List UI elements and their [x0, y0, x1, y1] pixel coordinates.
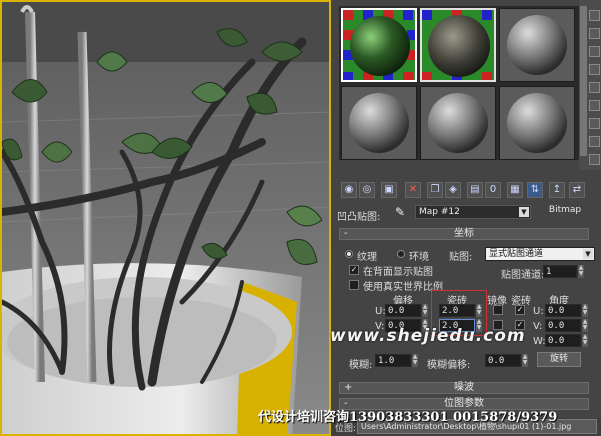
side-toolbar — [579, 0, 601, 170]
gray-sphere — [507, 15, 567, 75]
assign-icon[interactable]: ▣ — [381, 182, 397, 198]
w-angle-spinner[interactable]: ▲ ▼ — [581, 334, 588, 347]
rollout-noise[interactable]: + 噪波 — [339, 382, 589, 394]
copy-icon[interactable]: ❐ — [427, 182, 443, 198]
map-name-value: Map #12 — [419, 207, 460, 217]
rollout-coordinates-title: 坐标 — [454, 228, 474, 239]
sample-slot-1[interactable] — [341, 8, 417, 82]
w-angle-input[interactable]: 0.0 — [545, 334, 581, 347]
u-mirror-checkbox[interactable] — [493, 305, 503, 315]
u-offset-input[interactable]: 0.0 — [385, 304, 421, 317]
gray-sphere — [507, 93, 567, 153]
put-to-library-icon[interactable]: ▤ — [467, 182, 483, 198]
slot-scrollbar[interactable] — [580, 6, 587, 156]
blur-label: 模糊: — [349, 360, 373, 371]
sample-slot-3[interactable] — [499, 8, 575, 82]
blur-spinner[interactable]: ▲ ▼ — [411, 354, 418, 367]
sample-slot-2[interactable] — [420, 8, 496, 82]
u-angle-label: U: — [533, 306, 544, 317]
u-tiling-spinner[interactable]: ▲ ▼ — [475, 304, 482, 317]
unique-icon[interactable]: ◈ — [445, 182, 461, 198]
v-angle-label: V: — [533, 321, 543, 332]
mapping-label: 贴图: — [449, 252, 473, 263]
backlight-icon[interactable] — [589, 28, 600, 39]
options-icon[interactable] — [589, 118, 600, 129]
background-icon[interactable] — [589, 46, 600, 57]
u-tiling-input[interactable]: 2.0 — [439, 304, 475, 317]
u-angle-input[interactable]: 0.0 — [545, 304, 581, 317]
v-angle-spinner[interactable]: ▲ ▼ — [581, 319, 588, 332]
map-name-field[interactable]: Map #12 ▼ — [415, 205, 531, 219]
video-check-icon[interactable] — [589, 82, 600, 93]
ad-overlay-text: 代设计培训咨询13903833301 0015878/9379 — [258, 410, 558, 425]
viewport-render — [2, 2, 329, 434]
blur-offset-label: 模糊偏移: — [427, 360, 471, 371]
site-watermark: www.shejiedu.com — [330, 326, 526, 346]
u-angle-spinner[interactable]: ▲ ▼ — [581, 304, 588, 317]
material-navigator-icon[interactable] — [589, 154, 600, 165]
w-angle-label: W: — [533, 336, 546, 347]
rollout-noise-title: 噪波 — [454, 382, 474, 393]
sample-slot-4[interactable] — [341, 86, 417, 160]
eyedropper-icon[interactable]: ✎ — [395, 205, 405, 219]
get-material-icon[interactable]: ◉ — [341, 182, 357, 198]
show-end-result-icon[interactable]: ⇅ — [527, 182, 543, 198]
preview-icon[interactable] — [589, 100, 600, 111]
chevron-down-icon: ▼ — [583, 249, 593, 259]
rotate-button[interactable]: 旋转 — [537, 352, 581, 367]
show-on-back-checkbox[interactable]: ✓ — [349, 265, 359, 275]
mapping-select-value: 显式贴图通道 — [489, 249, 544, 259]
sample-slot-6[interactable] — [499, 86, 575, 160]
checker-sphere — [343, 10, 415, 80]
map-channel-label: 贴图通道: — [501, 270, 545, 281]
chevron-down-icon: ▼ — [519, 207, 529, 217]
reset-icon[interactable]: ✕ — [405, 182, 421, 198]
blur-offset-spinner[interactable]: ▲ ▼ — [521, 354, 528, 367]
material-editor-panel: ◉ ◎ ▣ ✕ ❐ ◈ ▤ 0 ▦ ⇅ ↥ ⇄ 凹凸贴图: ✎ Map #12 … — [331, 0, 601, 436]
material-id-icon[interactable]: 0 — [485, 182, 501, 198]
u-tile-checkbox[interactable]: ✓ — [515, 305, 525, 315]
show-on-back-label: 在背面显示贴图 — [363, 267, 433, 278]
go-parent-icon[interactable]: ↥ — [549, 182, 565, 198]
sample-slot-5[interactable] — [420, 86, 496, 160]
texture-radio[interactable] — [345, 250, 353, 258]
map-slot-label: 凹凸贴图: — [337, 212, 381, 223]
mapping-select[interactable]: 显式贴图通道 ▼ — [485, 247, 595, 261]
select-by-material-icon[interactable] — [589, 136, 600, 147]
environment-radio-label: 环境 — [409, 252, 429, 263]
rollout-coordinates[interactable]: - 坐标 — [339, 228, 589, 240]
sample-slots — [339, 6, 579, 160]
map-type-button[interactable]: Bitmap — [539, 204, 591, 219]
bark-sphere — [422, 10, 494, 80]
u-offset-spinner[interactable]: ▲ ▼ — [421, 304, 428, 317]
map-channel-input[interactable]: 1 — [543, 265, 577, 278]
map-channel-spinner[interactable]: ▲ ▼ — [577, 265, 584, 278]
environment-radio[interactable] — [397, 250, 405, 258]
go-sibling-icon[interactable]: ⇄ — [569, 182, 585, 198]
texture-radio-label: 纹理 — [357, 252, 377, 263]
blur-input[interactable]: 1.0 — [375, 354, 411, 367]
blur-offset-input[interactable]: 0.0 — [485, 354, 521, 367]
show-map-icon[interactable]: ▦ — [507, 182, 523, 198]
sample-type-icon[interactable] — [589, 10, 600, 21]
gray-sphere — [428, 93, 488, 153]
perspective-viewport[interactable] — [0, 0, 331, 436]
real-world-checkbox[interactable] — [349, 280, 359, 290]
material-toolbar: ◉ ◎ ▣ ✕ ❐ ◈ ▤ 0 ▦ ⇅ ↥ ⇄ — [331, 180, 601, 200]
gray-sphere — [349, 93, 409, 153]
uv-tiling-icon[interactable] — [589, 64, 600, 75]
put-to-scene-icon[interactable]: ◎ — [359, 182, 375, 198]
v-angle-input[interactable]: 0.0 — [545, 319, 581, 332]
